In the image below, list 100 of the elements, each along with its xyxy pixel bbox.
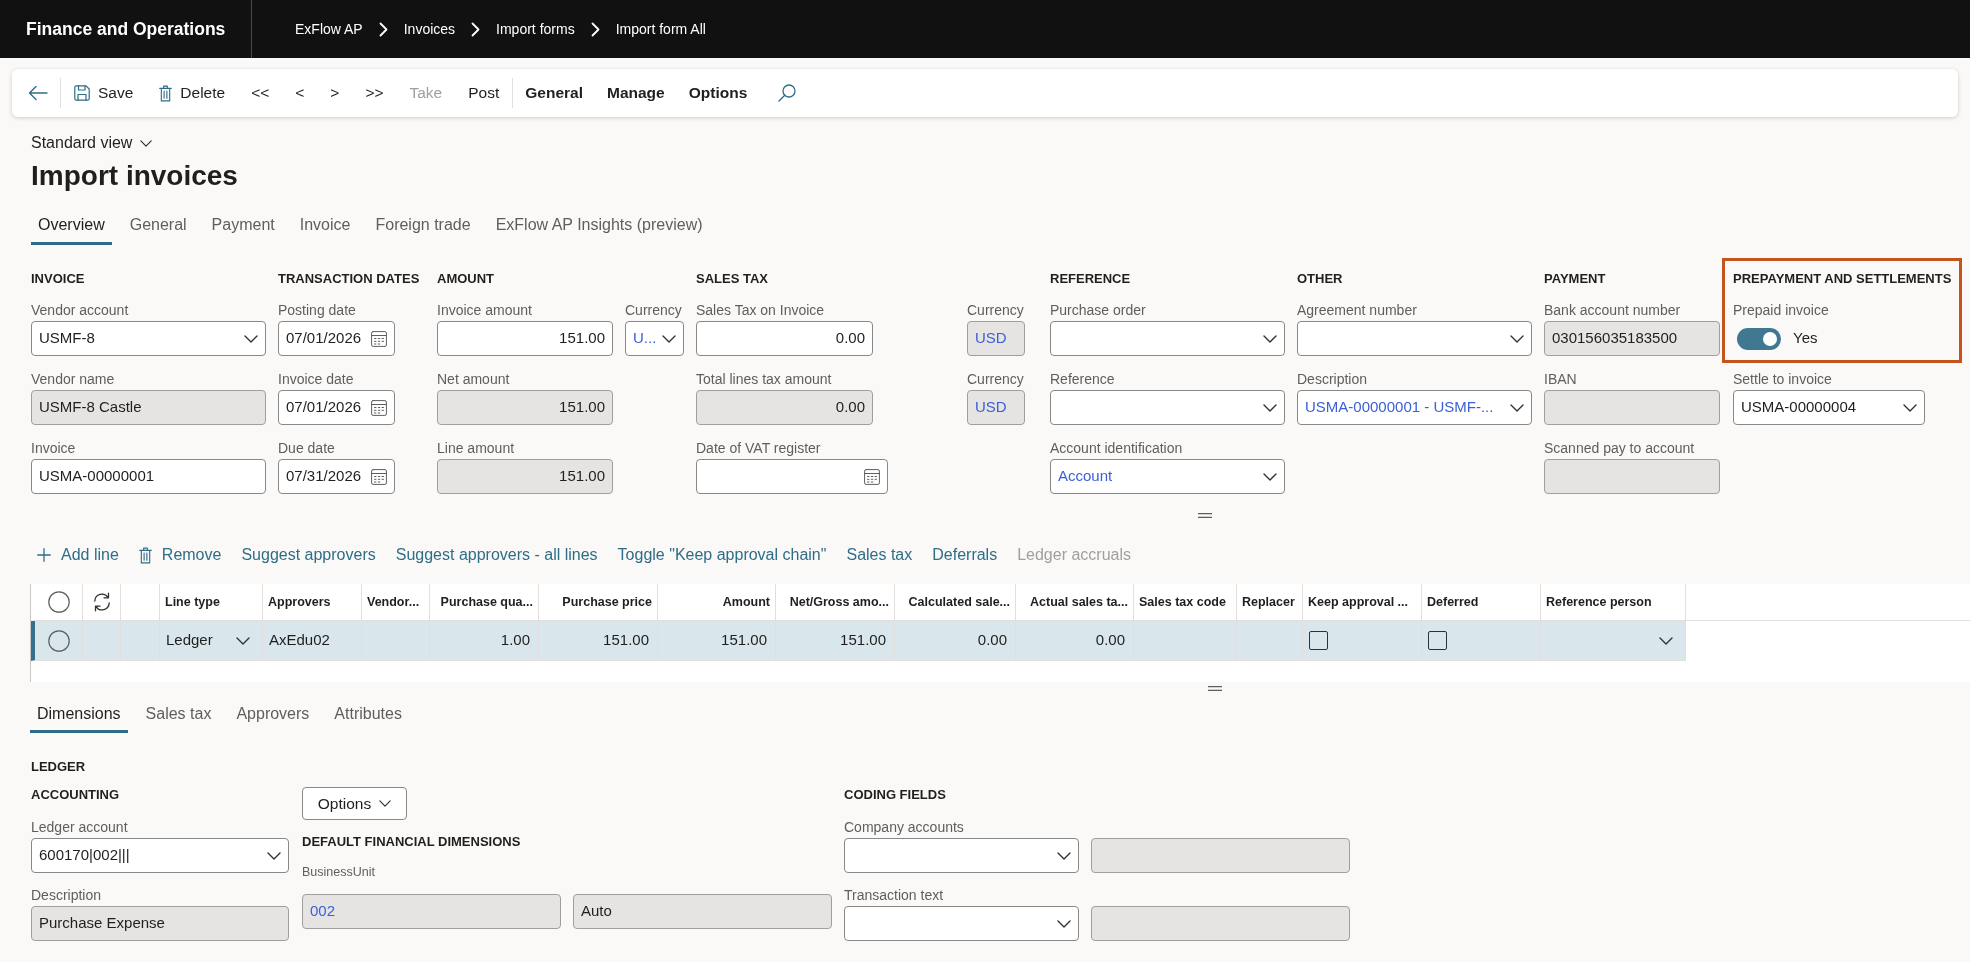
tab[interactable]: ExFlow AP Insights (preview)	[488, 208, 710, 245]
dropdown-field[interactable]: Account	[1050, 459, 1285, 494]
column-header[interactable]: Replacer	[1237, 584, 1303, 620]
date-field[interactable]: 07/31/2026	[278, 459, 395, 494]
delete-button[interactable]: Delete	[146, 69, 239, 117]
dropdown-field[interactable]: USMA-00000004	[1733, 390, 1925, 425]
column-header[interactable]: Keep approval ...	[1303, 584, 1422, 620]
column-header[interactable]: Purchase qua...	[430, 584, 539, 620]
column-header[interactable]: Net/Gross amo...	[776, 584, 895, 620]
action-button[interactable]: Suggest approvers	[241, 540, 376, 570]
dropdown-field[interactable]	[1050, 390, 1285, 425]
amount-field[interactable]: 0.00	[696, 321, 873, 356]
column-header[interactable]: Line type	[160, 584, 263, 620]
menu-button[interactable]: General	[513, 69, 595, 117]
dropdown-field[interactable]: USMA-00000001 - USMF-...	[1297, 390, 1532, 425]
section-heading: OTHER	[1297, 270, 1343, 288]
previous-record-button[interactable]: <	[282, 69, 318, 117]
circle-icon[interactable]	[47, 629, 70, 652]
text-field[interactable]: USD	[967, 390, 1025, 425]
column-header[interactable]: Calculated sale...	[895, 584, 1016, 620]
column-header[interactable]: Purchase price	[539, 584, 658, 620]
action-button[interactable]: Remove	[138, 540, 222, 570]
column-header[interactable]: Actual sales ta...	[1016, 584, 1134, 620]
breadcrumb-link[interactable]: Import form All	[615, 18, 706, 40]
tab[interactable]: Attributes	[327, 698, 409, 733]
breadcrumb-link[interactable]: ExFlow AP	[295, 18, 363, 40]
section-heading: CODING FIELDS	[844, 786, 946, 804]
dropdown-field[interactable]: U...	[625, 321, 684, 356]
tab[interactable]: Payment	[204, 208, 282, 245]
column-header[interactable]: Reference person	[1541, 584, 1686, 620]
date-field[interactable]: 07/01/2026	[278, 321, 395, 356]
amount-field[interactable]: 151.00	[437, 459, 613, 494]
tab[interactable]: Foreign trade	[368, 208, 478, 245]
checkbox[interactable]	[1309, 631, 1328, 650]
dropdown-field[interactable]	[844, 906, 1079, 941]
table-cell: 151.00	[539, 621, 658, 660]
amount-field[interactable]: 151.00	[437, 390, 613, 425]
field-label: Account identification	[1050, 439, 1183, 458]
field-label: Reference	[1050, 370, 1115, 389]
column-header[interactable]: Deferred	[1422, 584, 1541, 620]
text-field[interactable]	[1544, 459, 1720, 494]
column-header[interactable]: Vendor...	[362, 584, 430, 620]
action-button[interactable]: Toggle "Keep approval chain"	[617, 540, 827, 570]
save-button[interactable]: Save	[61, 69, 147, 117]
dropdown-field[interactable]	[1297, 321, 1532, 356]
tab[interactable]: Invoice	[292, 208, 358, 245]
text-field[interactable]: USD	[967, 321, 1025, 356]
field-label: Invoice amount	[437, 301, 532, 320]
tab[interactable]: Sales tax	[138, 698, 219, 733]
dropdown-field[interactable]	[1050, 321, 1285, 356]
column-header[interactable]: Amount	[658, 584, 776, 620]
text-field[interactable]: 002	[302, 894, 561, 929]
app-title[interactable]: Finance and Operations	[26, 15, 226, 43]
options-button[interactable]: Options	[302, 787, 407, 820]
tab[interactable]: Approvers	[229, 698, 317, 733]
table-dropdown[interactable]: Ledger	[160, 621, 262, 660]
last-record-button[interactable]: >>	[352, 69, 397, 117]
text-field[interactable]: USMF-8 Castle	[31, 390, 266, 425]
date-field[interactable]: 07/01/2026	[278, 390, 395, 425]
circle-icon[interactable]	[47, 591, 70, 613]
checkbox[interactable]	[1428, 631, 1447, 650]
text-field[interactable]: USMA-00000001	[31, 459, 266, 494]
amount-field[interactable]: 0.00	[696, 390, 873, 425]
dropdown-field[interactable]	[844, 838, 1079, 873]
action-button[interactable]: Sales tax	[846, 540, 913, 570]
action-button[interactable]: Add line	[37, 540, 119, 570]
text-field[interactable]: 030156035183500	[1544, 321, 1720, 356]
splitter-handle-icon[interactable]	[1208, 686, 1222, 691]
dropdown-field[interactable]: USMF-8	[31, 321, 266, 356]
section-heading: TRANSACTION DATES	[278, 270, 420, 288]
section-heading: ACCOUNTING	[31, 786, 120, 804]
search-icon[interactable]	[778, 84, 797, 102]
menu-button[interactable]: Manage	[595, 69, 677, 117]
toggle-switch[interactable]	[1737, 327, 1781, 350]
post-button[interactable]: Post	[455, 69, 513, 117]
first-record-button[interactable]: <<	[238, 69, 283, 117]
column-header[interactable]: Sales tax code	[1134, 584, 1237, 620]
tab[interactable]: General	[122, 208, 194, 245]
table-row[interactable]: Ledger AxEdu02 1.00 151.00 151.00 151.00 0.00 0.00	[31, 621, 1686, 661]
action-button[interactable]: Deferrals	[932, 540, 998, 570]
refresh-icon[interactable]	[91, 592, 112, 612]
breadcrumb-link[interactable]: Invoices	[403, 18, 456, 40]
next-record-button[interactable]: >	[317, 69, 353, 117]
breadcrumb-link[interactable]: Import forms	[496, 18, 575, 40]
date-field[interactable]	[696, 459, 888, 494]
view-selector[interactable]: Standard view	[31, 133, 153, 153]
text-field[interactable]	[1091, 838, 1350, 873]
text-field[interactable]	[1544, 390, 1720, 425]
column-header[interactable]: Approvers	[263, 584, 362, 620]
text-field[interactable]	[1091, 906, 1350, 941]
tab[interactable]: Overview	[31, 208, 112, 245]
section-heading: REFERENCE	[1050, 270, 1131, 288]
dropdown-field[interactable]: 600170|002|||	[31, 838, 289, 873]
action-button[interactable]: Suggest approvers - all lines	[395, 540, 598, 570]
splitter-handle-icon[interactable]	[1198, 513, 1212, 518]
menu-button[interactable]: Options	[676, 69, 760, 117]
text-field[interactable]: Purchase Expense	[31, 906, 289, 941]
tab[interactable]: Dimensions	[30, 698, 128, 733]
text-field[interactable]: Auto	[573, 894, 832, 929]
amount-field[interactable]: 151.00	[437, 321, 613, 356]
